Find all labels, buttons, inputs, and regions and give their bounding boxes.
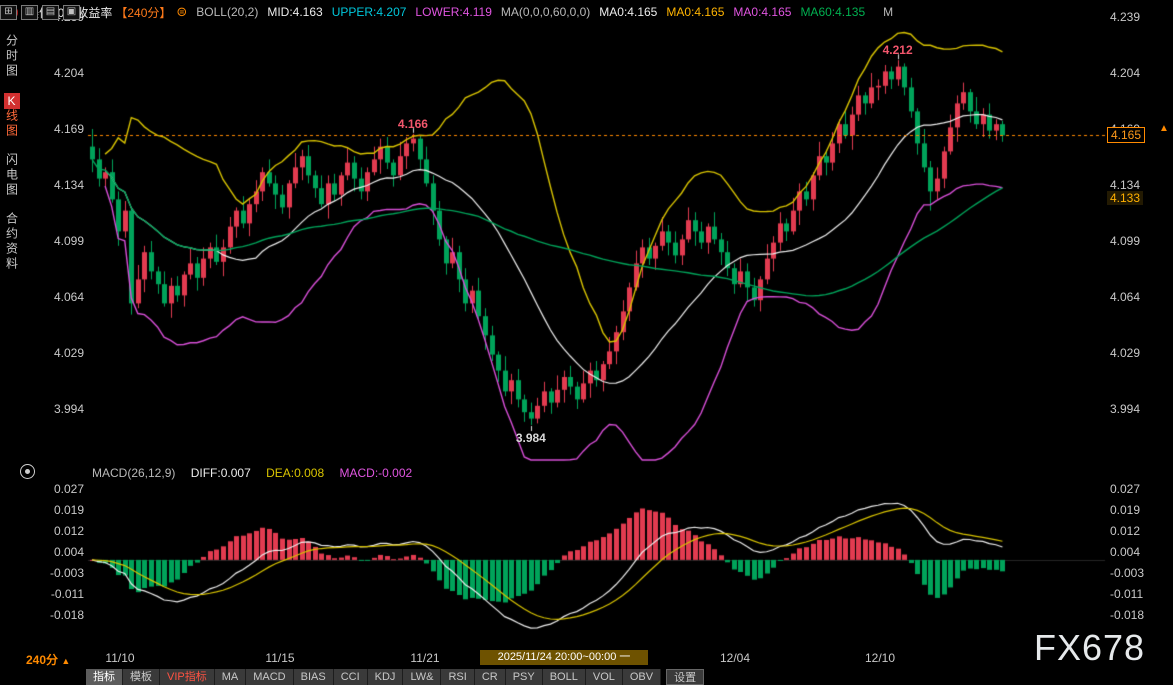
- boll-label: BOLL(20,2): [196, 5, 258, 19]
- toolbar-tab-13[interactable]: BOLL: [543, 669, 586, 685]
- window-layout-icons: ⊞ ▥ ▤ ▣: [0, 5, 80, 20]
- footer-period-label: 240分: [26, 653, 58, 667]
- toolbar-tab-15[interactable]: OBV: [623, 669, 661, 685]
- layout-toggle-icon-4[interactable]: ▣: [63, 5, 80, 20]
- ma-value-label: MA60:4.135: [800, 5, 865, 19]
- macd-dea-value: DEA:0.008: [266, 466, 324, 480]
- toolbar-tab-5[interactable]: MACD: [246, 669, 293, 685]
- toolbar-tab-2[interactable]: 模板: [123, 669, 160, 685]
- toolbar-tab-7[interactable]: CCI: [334, 669, 368, 685]
- ma-group-label: MA(0,0,0,60,0,0): [501, 5, 590, 19]
- sidebar-tab-1[interactable]: 分时图: [4, 34, 21, 79]
- layout-toggle-icon-3[interactable]: ▤: [42, 5, 59, 20]
- toolbar-tab-1[interactable]: 指标: [86, 669, 123, 685]
- watermark: FX678: [1034, 627, 1145, 669]
- toolbar-tab-6[interactable]: BIAS: [294, 669, 334, 685]
- toolbar-tab-11[interactable]: CR: [475, 669, 506, 685]
- m-label: M: [883, 5, 893, 19]
- macd-diff-value: DIFF:0.007: [191, 466, 251, 480]
- ma-value-label: MA0:4.165: [666, 5, 724, 19]
- price-chart-canvas[interactable]: [0, 0, 1173, 685]
- ma-values: MA0:4.165 MA0:4.165 MA0:4.165 MA60:4.135: [599, 5, 874, 19]
- footer-period[interactable]: 240分 ▲: [26, 651, 70, 668]
- active-tab-initial: K: [4, 93, 20, 109]
- layout-toggle-icon-1[interactable]: ⊞: [0, 5, 17, 20]
- toolbar-tab-10[interactable]: RSI: [441, 669, 474, 685]
- toolbar-tab-8[interactable]: KDJ: [368, 669, 404, 685]
- ma-value-label: MA0:4.165: [733, 5, 791, 19]
- sidebar-tab-3[interactable]: 闪电图: [4, 153, 21, 198]
- toolbar-tab-4[interactable]: MA: [215, 669, 247, 685]
- header-bar: 美债10年收益率 【240分】 ⊜ BOLL(20,2) MID:4.163 U…: [0, 0, 1173, 24]
- toolbar-tab-9[interactable]: LW&: [403, 669, 441, 685]
- period-label: 【240分】: [115, 4, 171, 21]
- sidebar: 分时图 K线图闪电图合约资料: [2, 34, 22, 272]
- indicator-cycle-icon[interactable]: [20, 464, 35, 479]
- footer-period-arrow-icon: ▲: [61, 656, 70, 666]
- toolbar-tab-14[interactable]: VOL: [586, 669, 623, 685]
- boll-upper-value: UPPER:4.207: [332, 5, 407, 19]
- boll-lower-value: LOWER:4.119: [415, 5, 491, 19]
- toolbar-tab-3[interactable]: VIP指标: [160, 669, 215, 685]
- layout-toggle-icon-2[interactable]: ▥: [21, 5, 38, 20]
- sidebar-tab-4[interactable]: 合约资料: [4, 212, 21, 272]
- indicator-settings-icon[interactable]: ⊜: [176, 4, 187, 20]
- ma-value-label: MA0:4.165: [599, 5, 657, 19]
- indicator-toolbar: 指标模板VIP指标MAMACDBIASCCIKDJLW&RSICRPSYBOLL…: [86, 669, 704, 685]
- macd-legend: MACD(26,12,9) DIFF:0.007 DEA:0.008 MACD:…: [92, 466, 424, 480]
- app-window: 美债10年收益率 【240分】 ⊜ BOLL(20,2) MID:4.163 U…: [0, 0, 1173, 685]
- sidebar-tab-2[interactable]: K线图: [4, 93, 21, 139]
- macd-value: MACD:-0.002: [339, 466, 412, 480]
- toolbar-tab-16[interactable]: 设置: [666, 669, 704, 685]
- active-tab-rest: 线图: [5, 109, 19, 139]
- macd-params-label: MACD(26,12,9): [92, 466, 175, 480]
- toolbar-tab-12[interactable]: PSY: [506, 669, 543, 685]
- boll-mid-value: MID:4.163: [267, 5, 322, 19]
